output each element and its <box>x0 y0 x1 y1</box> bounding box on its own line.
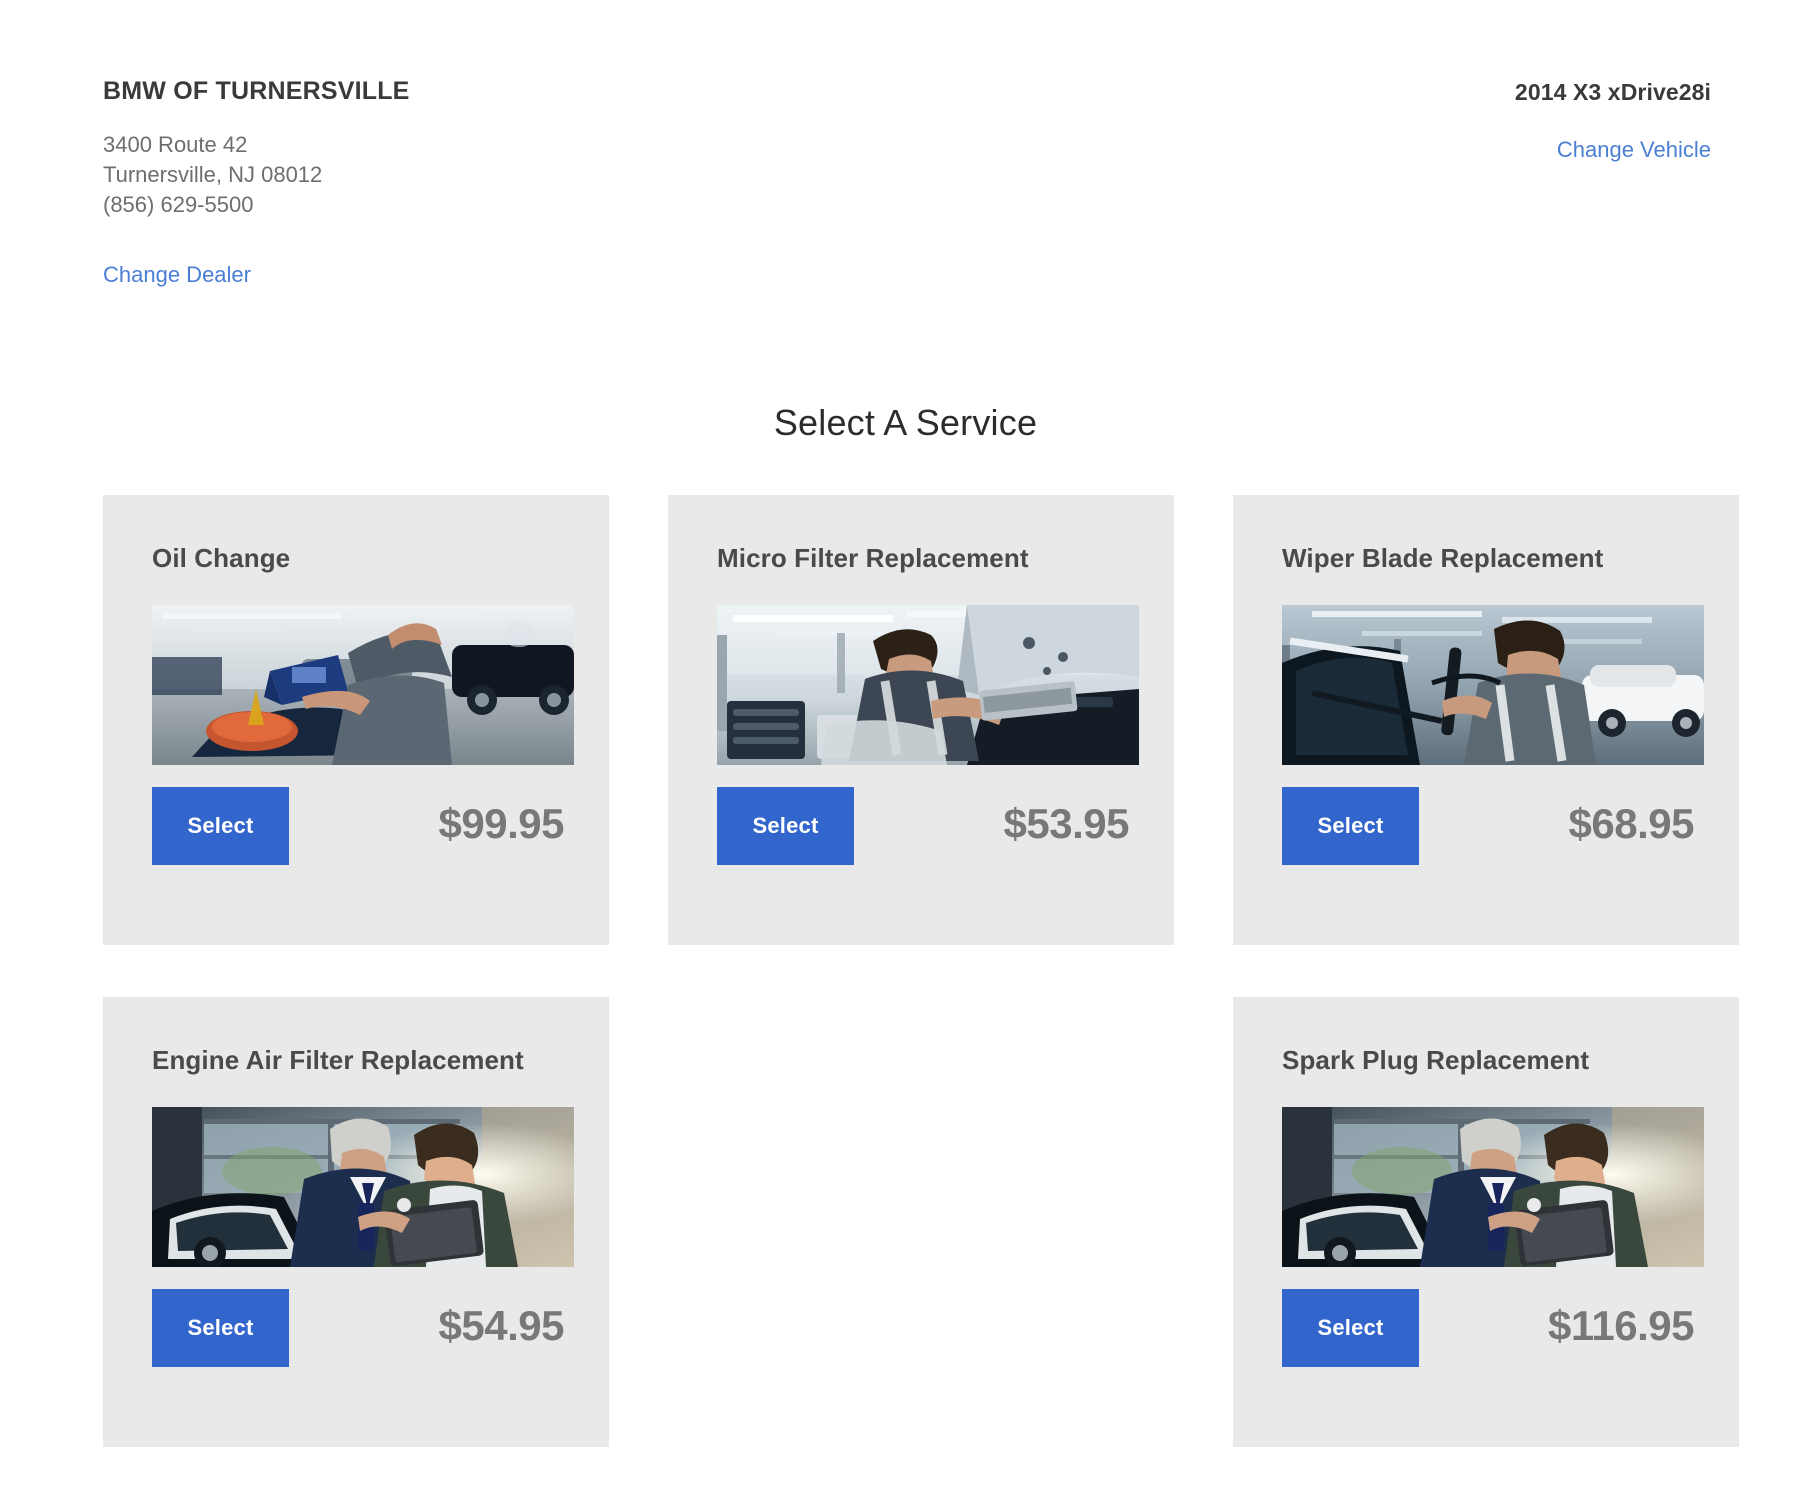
select-button[interactable]: Select <box>152 1289 289 1367</box>
service-price: $99.95 <box>438 800 565 847</box>
vehicle-name: 2014 X3 xDrive28i <box>1514 79 1711 105</box>
service-price: $54.95 <box>438 1302 565 1349</box>
service-card-footer: Select $54.95 <box>152 1267 574 1385</box>
wiper-blade-photo <box>1282 605 1704 765</box>
service-card-footer: Select $99.95 <box>152 765 574 883</box>
service-card-footer: Select $116.95 <box>1282 1267 1704 1385</box>
spark-plug-photo <box>1282 1107 1704 1267</box>
page-header: BMW OF TURNERSVILLE 3400 Route 42 Turner… <box>0 0 1811 330</box>
service-card-title: Spark Plug Replacement <box>1282 1045 1590 1075</box>
dealer-phone: (856) 629-5500 <box>103 191 254 217</box>
select-button[interactable]: Select <box>1282 1289 1419 1367</box>
dealer-name: BMW OF TURNERSVILLE <box>103 77 410 105</box>
service-card-title: Micro Filter Replacement <box>717 543 1029 573</box>
service-card[interactable]: Spark Plug Replacement Select $116.95 <box>1233 997 1739 1447</box>
service-price: $116.95 <box>1547 1302 1695 1349</box>
dealer-address-line-2: Turnersville, NJ 08012 <box>103 161 323 187</box>
micro-filter-photo <box>717 605 1139 765</box>
service-card-title: Wiper Blade Replacement <box>1282 543 1604 573</box>
service-card-title: Oil Change <box>152 543 291 573</box>
service-card-footer: Select $68.95 <box>1282 765 1704 883</box>
select-button[interactable]: Select <box>152 787 289 865</box>
service-card[interactable]: Wiper Blade Replacement Select $68.95 <box>1233 495 1739 945</box>
select-button[interactable]: Select <box>1282 787 1419 865</box>
service-card[interactable]: Oil Change Select $99.95 <box>103 495 609 945</box>
select-button[interactable]: Select <box>717 787 854 865</box>
engine-air-filter-photo <box>152 1107 574 1267</box>
service-card-title: Engine Air Filter Replacement <box>152 1045 524 1075</box>
change-dealer-row: Change Dealer <box>103 262 410 288</box>
oil-change-photo <box>152 605 574 765</box>
service-card-grid: Oil Change Select $99.95 Micro Filter Re… <box>103 495 1739 1447</box>
empty-grid-slot <box>668 997 1174 1447</box>
service-card[interactable]: Engine Air Filter Replacement Select $54… <box>103 997 609 1447</box>
service-price: $53.95 <box>1003 800 1130 847</box>
service-card-footer: Select $53.95 <box>717 765 1139 883</box>
service-price: $68.95 <box>1568 800 1695 847</box>
service-card[interactable]: Micro Filter Replacement Select $53.95 <box>668 495 1174 945</box>
header-inner: BMW OF TURNERSVILLE 3400 Route 42 Turner… <box>103 77 1711 288</box>
change-dealer-link[interactable]: Change Dealer <box>103 262 251 288</box>
dealer-info-block: BMW OF TURNERSVILLE 3400 Route 42 Turner… <box>103 77 410 288</box>
vehicle-info-block: 2014 X3 xDrive28i Change Vehicle <box>1515 78 1711 163</box>
change-vehicle-link[interactable]: Change Vehicle <box>1557 137 1711 163</box>
page-title: Select A Service <box>773 402 1038 443</box>
dealer-address-line-1: 3400 Route 42 <box>103 131 248 157</box>
